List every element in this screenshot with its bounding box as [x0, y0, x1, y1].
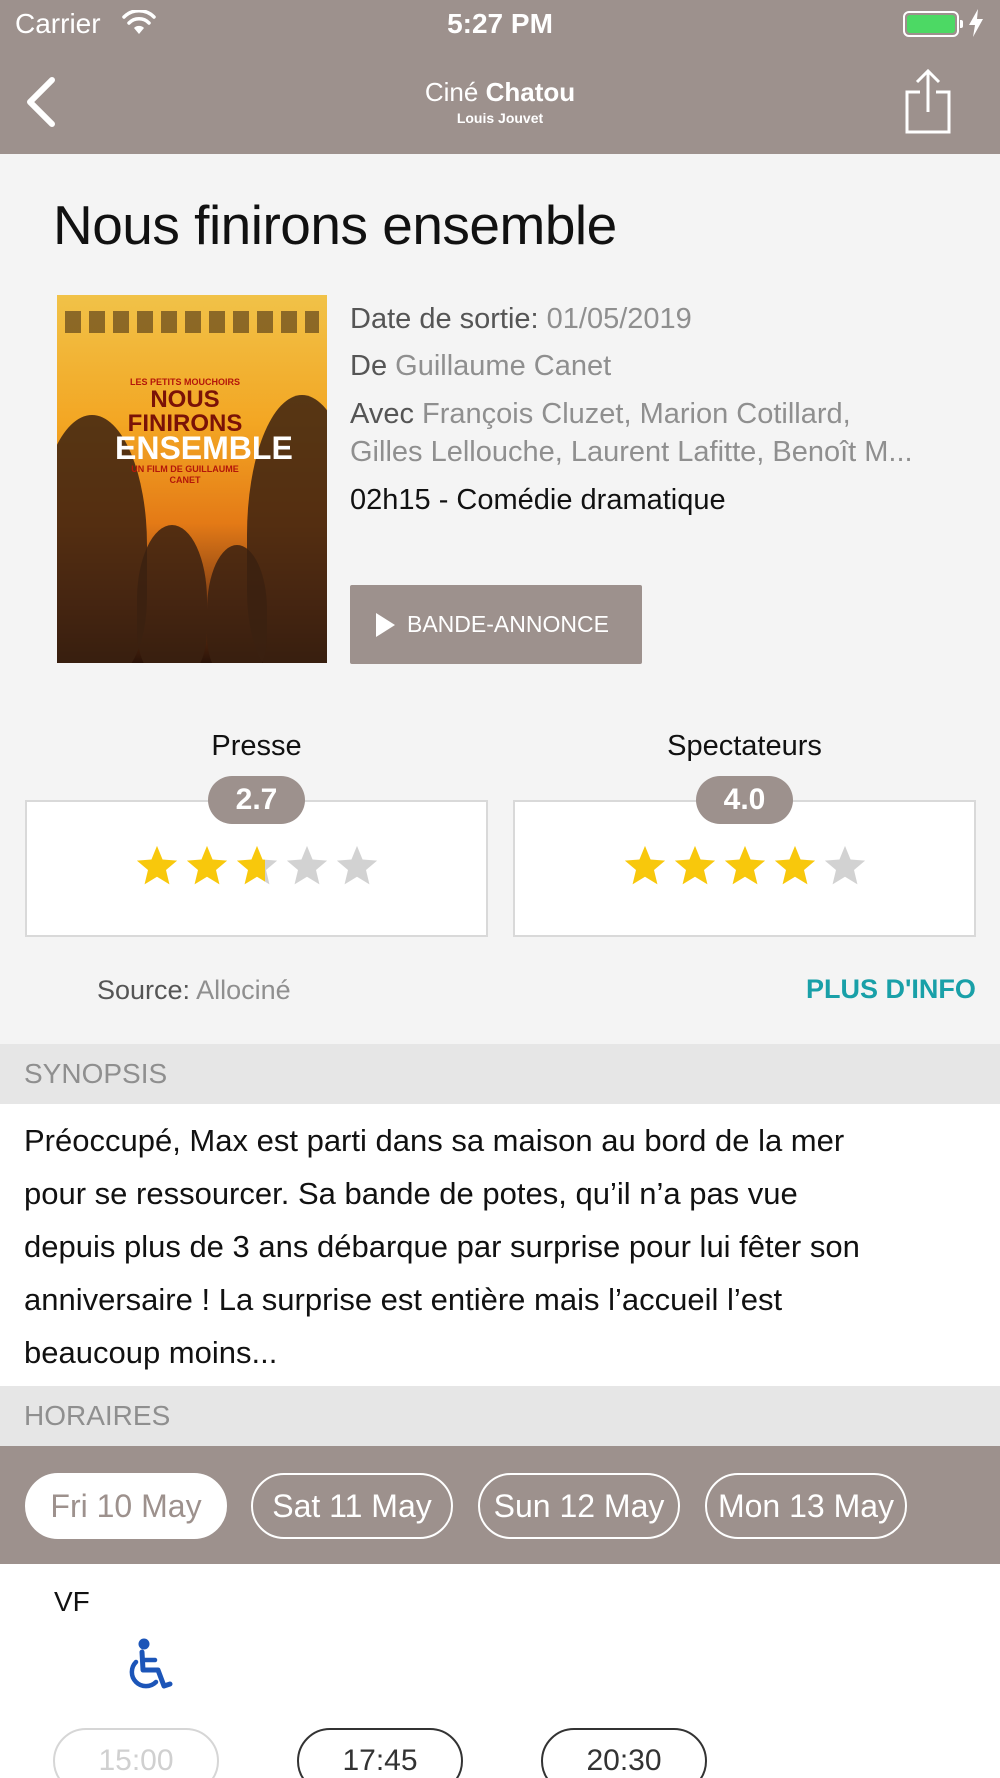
date-pill[interactable]: Mon 13 May [705, 1473, 907, 1539]
synopsis-line: Préoccupé, Max est parti dans sa maison … [24, 1123, 845, 1158]
showtime-button[interactable]: 15:00 [53, 1728, 219, 1778]
poster-credits [65, 311, 319, 333]
star-icon [724, 845, 765, 885]
share-icon[interactable] [903, 68, 953, 136]
audience-rating: Spectateurs 4.0 [513, 730, 976, 937]
star-icon [624, 845, 665, 885]
more-info-link[interactable]: PLUS D'INFO [806, 974, 976, 1005]
synopsis-header: SYNOPSIS [0, 1044, 1000, 1104]
date-selector: Fri 10 May Sat 11 May Sun 12 May Mon 13 … [0, 1446, 1000, 1564]
synopsis-text: Préoccupé, Max est parti dans sa maison … [0, 1104, 1000, 1386]
battery-icon [903, 11, 963, 37]
date-pill[interactable]: Fri 10 May [25, 1473, 227, 1539]
poster-figure [137, 525, 207, 663]
clock: 5:27 PM [447, 8, 553, 39]
charging-icon [969, 9, 983, 37]
star-icon [824, 845, 865, 885]
trailer-label: BANDE-ANNONCE [407, 611, 609, 637]
movie-title: Nous finirons ensemble [53, 194, 617, 256]
showtime-button[interactable]: 17:45 [297, 1728, 463, 1778]
cast-line-2: Gilles Lellouche, Laurent Lafitte, Benoî… [350, 436, 913, 468]
cinema-logo: Ciné Chatou Louis Jouvet [0, 77, 1000, 126]
star-icon [286, 845, 327, 885]
rating-score-badge: 4.0 [696, 776, 793, 824]
source-name: Allociné [196, 975, 291, 1005]
synopsis-line: pour se ressourcer. Sa bande de potes, q… [24, 1176, 798, 1211]
star-icon [136, 845, 177, 885]
poster-figure [207, 545, 267, 663]
showtimes-header: HORAIRES [0, 1386, 1000, 1446]
wheelchair-accessible-icon [129, 1638, 173, 1689]
director-row: De Guillaume Canet [350, 350, 612, 382]
rating-label: Spectateurs [667, 730, 822, 762]
star-rating [513, 843, 976, 893]
director-name: Guillaume Canet [395, 350, 612, 382]
trailer-button[interactable]: BANDE-ANNONCE [350, 585, 642, 664]
nav-bar: Ciné Chatou Louis Jouvet [0, 50, 1000, 154]
showtimes-list: VF 15:00 17:45 20:30 [0, 1564, 1000, 1778]
synopsis-line: anniversaire ! La surprise est entière m… [24, 1282, 783, 1317]
rating-score-badge: 2.7 [208, 776, 305, 824]
star-rating [25, 843, 488, 893]
logo-chatou: Chatou [485, 77, 576, 107]
status-bar: Carrier 5:27 PM [0, 0, 1000, 50]
poster-title: LES PETITS MOUCHOIRS NOUS FINIRONS ENSEM… [115, 377, 293, 485]
star-icon [336, 845, 377, 885]
date-pill[interactable]: Sun 12 May [478, 1473, 680, 1539]
date-pill[interactable]: Sat 11 May [251, 1473, 453, 1539]
star-icon [236, 845, 277, 885]
synopsis-line: depuis plus de 3 ans débarque par surpri… [24, 1229, 860, 1264]
showtime-button[interactable]: 20:30 [541, 1728, 707, 1778]
logo-subtitle: Louis Jouvet [456, 110, 544, 126]
release-row: Date de sortie: 01/05/2019 [350, 303, 692, 335]
press-rating: Presse 2.7 [25, 730, 488, 937]
cast-row: Avec François Cluzet, Marion Cotillard, [350, 398, 851, 430]
cast-line-1: François Cluzet, Marion Cotillard, [422, 398, 851, 430]
synopsis-line: beaucoup moins... [24, 1335, 278, 1370]
play-icon [376, 612, 395, 637]
star-icon [186, 845, 227, 885]
star-icon [774, 845, 815, 885]
rating-label: Presse [211, 730, 302, 762]
version-label: VF [54, 1586, 90, 1617]
movie-poster: LES PETITS MOUCHOIRS NOUS FINIRONS ENSEM… [57, 295, 327, 663]
logo-cine: Ciné [424, 77, 479, 107]
star-icon [674, 845, 715, 885]
release-date: 01/05/2019 [546, 303, 692, 335]
duration-genre: 02h15 - Comédie dramatique [350, 484, 726, 516]
rating-source: Source: Allociné [97, 975, 291, 1005]
